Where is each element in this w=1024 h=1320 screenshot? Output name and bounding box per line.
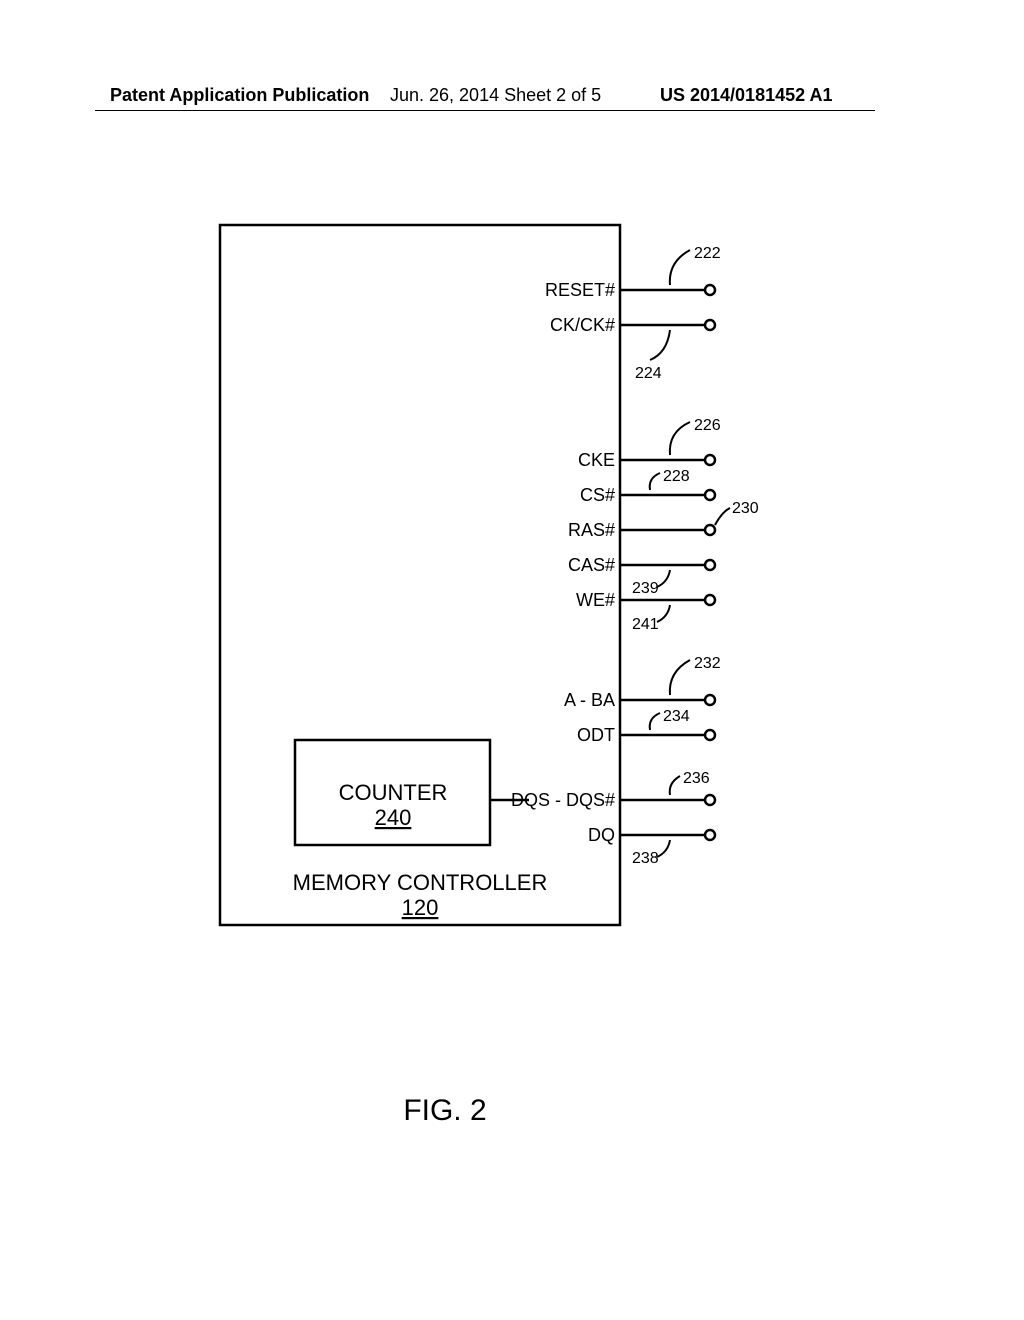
pin-cke: CKE 226 bbox=[578, 417, 721, 470]
memory-controller-title: MEMORY CONTROLLER bbox=[293, 870, 548, 895]
svg-text:CK/CK#: CK/CK# bbox=[550, 315, 615, 335]
figure-svg: MEMORY CONTROLLER 120 COUNTER 240 RESET#… bbox=[0, 0, 1024, 1320]
svg-text:226: 226 bbox=[694, 417, 721, 434]
pin-ras: RAS# 230 bbox=[568, 500, 759, 540]
pin-terminal-icon bbox=[705, 730, 715, 740]
pin-a-ba: A - BA 232 bbox=[564, 655, 721, 710]
svg-text:RAS#: RAS# bbox=[568, 520, 615, 540]
pin-terminal-icon bbox=[705, 795, 715, 805]
svg-text:RESET#: RESET# bbox=[545, 280, 615, 300]
svg-text:238: 238 bbox=[632, 850, 659, 867]
svg-text:239: 239 bbox=[632, 580, 659, 597]
counter-title: COUNTER bbox=[339, 780, 448, 805]
svg-text:236: 236 bbox=[683, 770, 710, 787]
svg-text:CAS#: CAS# bbox=[568, 555, 615, 575]
pin-terminal-icon bbox=[705, 285, 715, 295]
svg-text:CS#: CS# bbox=[580, 485, 615, 505]
svg-text:ODT: ODT bbox=[577, 725, 615, 745]
pin-terminal-icon bbox=[705, 455, 715, 465]
svg-text:WE#: WE# bbox=[576, 590, 615, 610]
pin-terminal-icon bbox=[705, 490, 715, 500]
svg-text:232: 232 bbox=[694, 655, 721, 672]
svg-text:222: 222 bbox=[694, 245, 721, 262]
pin-terminal-icon bbox=[705, 695, 715, 705]
pin-cs: CS# 228 bbox=[580, 468, 715, 505]
pin-terminal-icon bbox=[705, 560, 715, 570]
pin-terminal-icon bbox=[705, 830, 715, 840]
pin-reset: RESET# 222 bbox=[545, 245, 721, 300]
svg-text:230: 230 bbox=[732, 500, 759, 517]
pin-dqs: DQS - DQS# 236 bbox=[490, 770, 715, 810]
svg-text:224: 224 bbox=[635, 365, 662, 382]
pin-terminal-icon bbox=[705, 595, 715, 605]
svg-text:DQ: DQ bbox=[588, 825, 615, 845]
memory-controller-ref: 120 bbox=[402, 895, 439, 920]
svg-text:CKE: CKE bbox=[578, 450, 615, 470]
pin-odt: ODT 234 bbox=[577, 708, 715, 745]
pin-dq: DQ 238 bbox=[588, 825, 715, 867]
svg-text:228: 228 bbox=[663, 468, 690, 485]
svg-text:234: 234 bbox=[663, 708, 690, 725]
counter-ref: 240 bbox=[375, 805, 412, 830]
pin-terminal-icon bbox=[705, 525, 715, 535]
svg-text:241: 241 bbox=[632, 616, 659, 633]
figure-label: FIG. 2 bbox=[403, 1094, 486, 1127]
svg-text:A - BA: A - BA bbox=[564, 690, 615, 710]
pin-terminal-icon bbox=[705, 320, 715, 330]
pin-ck: CK/CK# 224 bbox=[550, 315, 715, 382]
